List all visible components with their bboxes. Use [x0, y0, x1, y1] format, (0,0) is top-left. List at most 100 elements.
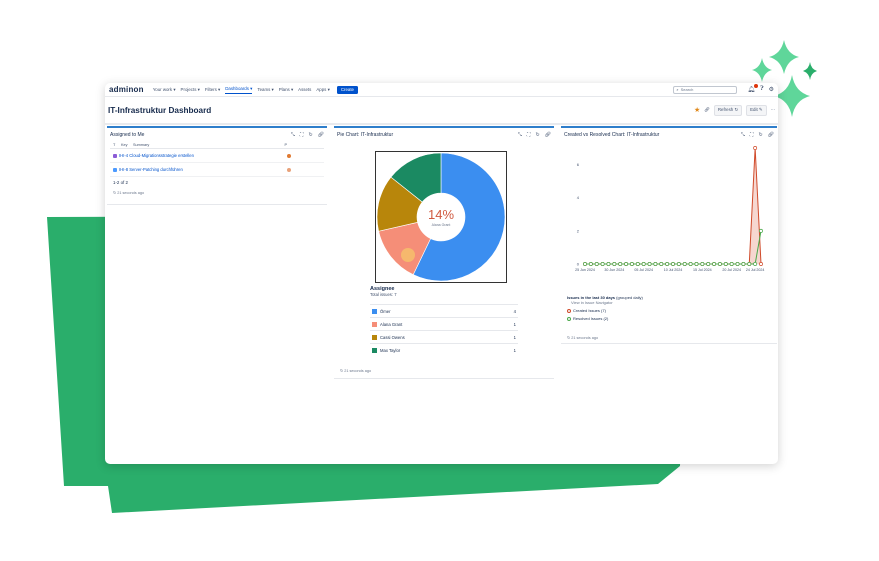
x-tick-label: 25 Jun 2024	[575, 268, 595, 272]
data-point[interactable]	[747, 262, 752, 266]
data-point[interactable]	[671, 262, 675, 266]
data-point[interactable]	[629, 262, 634, 266]
data-point[interactable]	[706, 262, 711, 266]
legend-row[interactable]: Max Taylor 1	[370, 343, 518, 356]
gadget-title: Pie Chart: IT-Infrastruktur	[337, 132, 394, 138]
data-point[interactable]	[676, 262, 681, 266]
gadget-title: Assigned to Me	[110, 132, 145, 138]
app-logo[interactable]: adminon	[109, 85, 144, 94]
chart-legend: Issues in the last 30 days (grouped dail…	[567, 295, 643, 321]
legend-swatch	[372, 308, 377, 314]
table-row[interactable]: IHI-4 Cloud-Migrationsstrategie erstelle…	[110, 149, 324, 163]
data-point[interactable]	[682, 262, 687, 266]
nav-assets[interactable]: Assets	[298, 87, 311, 92]
issue-navigator-link[interactable]: View in Issue Navigator	[571, 300, 643, 305]
data-point[interactable]	[647, 262, 652, 266]
data-point[interactable]	[659, 262, 664, 266]
data-point[interactable]	[712, 262, 717, 266]
gadget-title: Created vs Resolved Chart: IT-Infrastruk…	[564, 132, 660, 138]
data-point[interactable]	[759, 262, 763, 266]
legend-row[interactable]: Ömer 4	[370, 304, 518, 317]
y-tick-label: 0	[577, 262, 580, 267]
legend-label: Cassi Owens	[380, 334, 405, 340]
nav-your-work[interactable]: Your work ▾	[153, 87, 176, 93]
more-menu-icon[interactable]: ⋯	[771, 107, 775, 113]
marketing-stage: adminon Your work ▾ Projects ▾ Filters ▾…	[0, 0, 879, 561]
minimize-icon[interactable]: ⤡	[518, 132, 522, 138]
minimize-icon[interactable]: ⤡	[741, 132, 745, 138]
data-point[interactable]	[594, 262, 599, 266]
x-tick-label: 24 Jul 2024	[746, 268, 765, 272]
link-icon[interactable]: 🔗︎	[318, 132, 324, 138]
legend-value: 1	[513, 347, 516, 353]
data-point[interactable]	[688, 262, 693, 266]
data-point[interactable]	[624, 262, 629, 266]
data-point[interactable]	[665, 262, 670, 266]
notifications-bell-icon[interactable]: 🔔︎	[747, 84, 758, 93]
data-point[interactable]	[588, 262, 593, 266]
edit-button[interactable]: Edit ✎	[746, 104, 767, 116]
issue-type-icon	[113, 153, 117, 158]
data-point[interactable]	[741, 262, 746, 266]
data-point[interactable]	[694, 262, 699, 266]
search-input[interactable]: ⌕ Search	[673, 85, 738, 94]
x-tick-label: 15 Jul 2024	[693, 268, 712, 272]
settings-gear-icon[interactable]: ⚙	[769, 86, 774, 93]
minimize-icon[interactable]: ⤡	[291, 132, 295, 138]
issue-type-icon	[113, 167, 117, 172]
series-line-0	[585, 147, 762, 265]
data-point[interactable]	[635, 262, 640, 266]
data-point[interactable]	[583, 262, 587, 266]
created-area	[585, 148, 761, 264]
x-tick-label: 30 Jun 2024	[604, 268, 624, 272]
data-point[interactable]	[735, 262, 740, 266]
nav-projects[interactable]: Projects ▾	[181, 87, 200, 93]
link-icon[interactable]: 🔗︎	[704, 107, 710, 113]
data-point[interactable]	[759, 228, 763, 233]
y-tick-label: 2	[577, 228, 580, 233]
data-point[interactable]	[729, 262, 734, 266]
refresh-button[interactable]: Refresh ↻	[713, 104, 743, 116]
pie-chart-gadget: Pie Chart: IT-Infrastruktur ⤡ ⛶ ↻ 🔗︎ 14%…	[334, 126, 554, 379]
refresh-icon[interactable]: ↻	[758, 132, 762, 138]
refresh-icon[interactable]: ↻	[535, 132, 539, 138]
maximize-icon[interactable]: ⛶	[750, 132, 754, 138]
page-title: IT-Infrastruktur Dashboard	[108, 105, 212, 115]
data-point[interactable]	[717, 262, 722, 266]
legend-row[interactable]: Cassi Owens 1	[370, 330, 518, 343]
legend-row[interactable]: Alana Grant 1	[370, 317, 518, 330]
data-point[interactable]	[753, 262, 758, 266]
data-point[interactable]	[723, 262, 728, 266]
created-vs-resolved-chart[interactable]: 0 2 4 6 25 Jun 2024 30 Jun 2024 05 Jul 2024 10 …	[561, 142, 777, 292]
star-icon[interactable]: ★	[694, 106, 700, 114]
refresh-icon[interactable]: ↻	[308, 132, 312, 138]
jira-dashboard-window: adminon Your work ▾ Projects ▾ Filters ▾…	[105, 83, 778, 464]
nav-dashboards[interactable]: Dashboards ▾	[225, 86, 253, 94]
create-button[interactable]: Create	[336, 85, 358, 94]
created-marker-icon	[567, 308, 571, 313]
nav-filters[interactable]: Filters ▾	[205, 87, 220, 93]
data-point[interactable]	[753, 146, 758, 150]
pie-center-percent: 14%	[428, 207, 454, 222]
link-icon[interactable]: 🔗︎	[768, 132, 774, 138]
data-point[interactable]	[612, 262, 617, 266]
nav-plans[interactable]: Plans ▾	[279, 87, 293, 93]
data-point[interactable]	[641, 262, 646, 266]
data-point[interactable]	[606, 262, 611, 266]
link-icon[interactable]: 🔗︎	[545, 132, 551, 138]
data-point[interactable]	[653, 262, 658, 266]
help-icon[interactable]: ❓︎	[760, 86, 764, 93]
nav-teams[interactable]: Teams ▾	[257, 87, 273, 93]
legend-label: Alana Grant	[380, 321, 403, 327]
top-navigation: adminon Your work ▾ Projects ▾ Filters ▾…	[105, 83, 778, 97]
legend-swatch	[372, 347, 377, 353]
pie-chart-svg: 14%Alana Grant	[376, 152, 506, 282]
pie-chart[interactable]: 14% Alana Grant	[375, 151, 507, 283]
maximize-icon[interactable]: ⛶	[300, 132, 304, 138]
data-point[interactable]	[618, 262, 623, 266]
table-row[interactable]: IHI-8 Server-Patching durchführen	[110, 163, 324, 177]
data-point[interactable]	[600, 262, 605, 266]
data-point[interactable]	[700, 262, 705, 266]
nav-apps[interactable]: Apps ▾	[316, 87, 329, 93]
maximize-icon[interactable]: ⛶	[527, 132, 531, 138]
